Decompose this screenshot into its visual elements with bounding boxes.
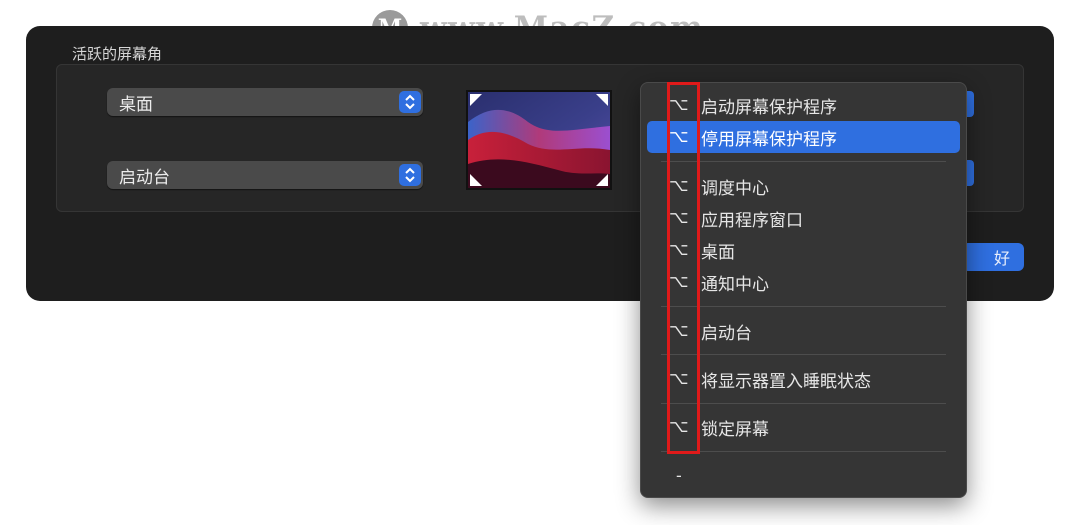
corner-top-right-popup-edge[interactable] — [966, 91, 974, 117]
corner-bottom-left-popup[interactable]: 启动台 — [107, 161, 423, 189]
menu-separator — [661, 354, 946, 355]
menu-separator — [661, 161, 946, 162]
desktop-preview-image — [466, 90, 612, 190]
highlight-box — [667, 82, 700, 454]
group-title: 活跃的屏幕角 — [72, 45, 163, 63]
menu-separator — [661, 451, 946, 452]
corner-bottom-left-value: 启动台 — [119, 167, 170, 188]
ok-button[interactable]: 好 — [962, 243, 1024, 271]
ok-button-label: 好 — [993, 249, 1010, 268]
menu-item-none[interactable]: - — [676, 466, 682, 485]
chevron-updown-icon — [399, 164, 421, 186]
menu-separator — [661, 306, 946, 307]
corner-top-left-value: 桌面 — [119, 94, 153, 115]
menu-separator — [661, 403, 946, 404]
corner-top-left-popup[interactable]: 桌面 — [107, 88, 423, 116]
corner-bottom-right-popup-edge[interactable] — [966, 160, 974, 186]
chevron-updown-icon — [399, 91, 421, 113]
